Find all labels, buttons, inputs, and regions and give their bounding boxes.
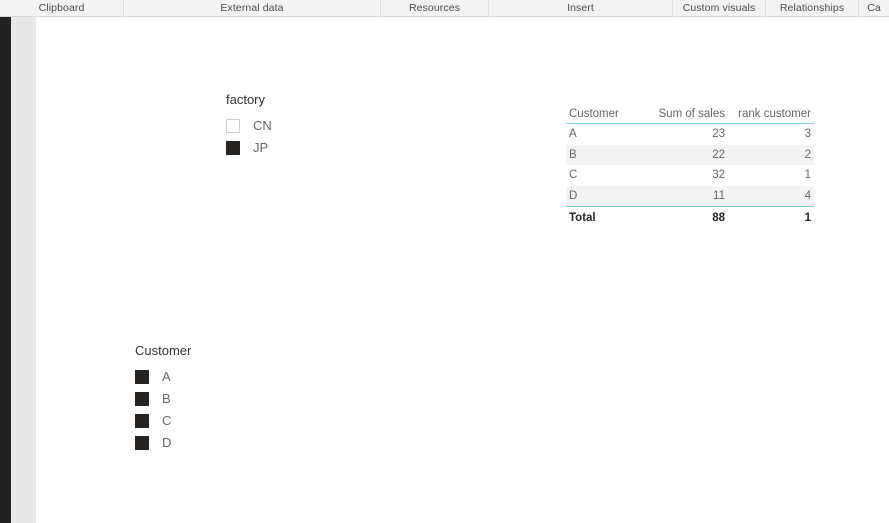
slicer-item-label: C — [162, 413, 172, 428]
ribbon-group-relationships[interactable]: Relationships — [766, 0, 859, 17]
cell-rank: 1 — [804, 169, 811, 182]
cell-sales: 23 — [712, 128, 725, 141]
checkbox-unchecked-icon[interactable] — [226, 119, 240, 133]
cell-rank: 4 — [728, 185, 814, 207]
cell-rank: 2 — [728, 144, 814, 165]
table-row-total[interactable]: Total 88 1 — [566, 206, 814, 229]
slicer-factory-item-jp[interactable]: JP — [226, 137, 272, 159]
cell-customer: A — [569, 128, 577, 141]
slicer-customer-title: Customer — [135, 343, 192, 358]
cell-sales: 22 — [634, 144, 728, 165]
cell-sales: 32 — [712, 169, 725, 182]
slicer-item-label: D — [162, 435, 172, 450]
slicer-customer-item-b[interactable]: B — [135, 388, 191, 410]
slicer-item-label: CN — [253, 118, 272, 133]
column-header-rank-customer[interactable]: rank customer — [728, 98, 814, 124]
table-row[interactable]: B 22 2 — [566, 144, 814, 165]
ribbon-group-strip: Clipboard External data Resources Insert Cus… — [0, 0, 889, 17]
left-dark-navigation-bar — [0, 17, 11, 523]
table-header: Customer Sum of sales rank customer — [566, 98, 814, 124]
checkbox-checked-icon[interactable] — [135, 392, 149, 406]
table-row[interactable]: C 32 1 — [566, 165, 814, 186]
slicer-customer[interactable]: Customer A B C D — [135, 343, 191, 454]
left-collapsed-pane[interactable] — [11, 17, 36, 523]
slicer-customer-item-d[interactable]: D — [135, 432, 191, 454]
slicer-factory[interactable]: factory CN JP — [226, 92, 272, 159]
table-total-row: Total 88 1 — [566, 206, 814, 229]
checkbox-checked-icon[interactable] — [135, 436, 149, 450]
report-canvas[interactable]: factory CN JP Customer A B C D Customer … — [36, 18, 889, 523]
cell-sales: 11 — [634, 185, 728, 207]
column-header-customer[interactable]: Customer — [566, 98, 634, 124]
cell-total-sales: 88 — [634, 206, 728, 229]
checkbox-checked-icon[interactable] — [135, 414, 149, 428]
column-header-sum-of-sales[interactable]: Sum of sales — [634, 98, 728, 124]
table-body: A 23 3 B 22 2 C 32 1 D 11 4 — [566, 124, 814, 207]
ribbon-group-custom-visuals[interactable]: Custom visuals — [673, 0, 766, 17]
cell-rank: 3 — [804, 128, 811, 141]
cell-customer: C — [569, 169, 578, 182]
slicer-customer-item-c[interactable]: C — [135, 410, 191, 432]
ribbon-group-insert[interactable]: Insert — [489, 0, 673, 17]
cell-total-rank: 1 — [728, 206, 814, 229]
ribbon-group-clipboard[interactable]: Clipboard — [0, 0, 124, 17]
checkbox-checked-icon[interactable] — [135, 370, 149, 384]
cell-customer: B — [566, 144, 634, 165]
table-row[interactable]: A 23 3 — [566, 124, 814, 145]
cell-customer: D — [566, 185, 634, 207]
table-visual[interactable]: Customer Sum of sales rank customer A 23… — [566, 98, 814, 229]
slicer-item-label: JP — [253, 140, 269, 155]
slicer-factory-item-cn[interactable]: CN — [226, 115, 272, 137]
ribbon-group-external-data[interactable]: External data — [124, 0, 381, 17]
table-header-row: Customer Sum of sales rank customer — [566, 98, 814, 124]
data-table: Customer Sum of sales rank customer A 23… — [566, 98, 814, 229]
cell-total-label: Total — [566, 206, 634, 229]
slicer-item-label: B — [162, 391, 171, 406]
slicer-customer-item-a[interactable]: A — [135, 366, 191, 388]
slicer-item-label: A — [162, 369, 171, 384]
checkbox-checked-icon[interactable] — [226, 141, 240, 155]
ribbon-group-ca[interactable]: Ca — [859, 0, 889, 17]
slicer-factory-title: factory — [226, 92, 266, 107]
ribbon-group-resources[interactable]: Resources — [381, 0, 489, 17]
table-row[interactable]: D 11 4 — [566, 185, 814, 207]
